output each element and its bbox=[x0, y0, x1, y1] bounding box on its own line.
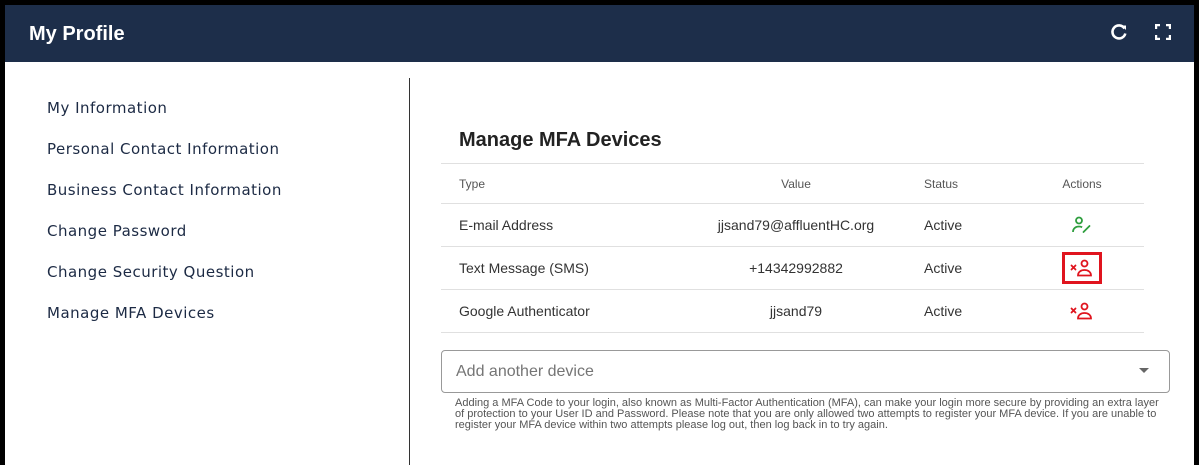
device-status: Active bbox=[912, 289, 1020, 333]
table-header-row: Type Value Status Actions bbox=[441, 163, 1144, 204]
sidebar-divider bbox=[409, 78, 410, 465]
table-row: Google Authenticator jjsand79 Active bbox=[441, 289, 1144, 333]
sidebar-item-change-security-question[interactable]: Change Security Question bbox=[47, 261, 282, 302]
mfa-help-text: Adding a MFA Code to your login, also kn… bbox=[455, 397, 1159, 431]
profile-window: My Profile My Information Personal Conta… bbox=[5, 5, 1194, 465]
device-value: jjsand79 bbox=[680, 289, 912, 333]
device-value: jjsand79@affluentHC.org bbox=[680, 203, 912, 247]
add-device-select[interactable]: Add another device bbox=[441, 350, 1170, 393]
chevron-down-icon bbox=[1139, 368, 1149, 373]
table-row: Text Message (SMS) +14342992882 Active bbox=[441, 246, 1144, 290]
edit-user-icon[interactable] bbox=[1064, 211, 1100, 239]
sidebar-item-personal-contact[interactable]: Personal Contact Information bbox=[47, 138, 282, 179]
table-row: E-mail Address jjsand79@affluentHC.org A… bbox=[441, 203, 1144, 247]
add-device-placeholder: Add another device bbox=[456, 362, 594, 380]
device-status: Active bbox=[912, 203, 1020, 247]
sidebar-item-business-contact[interactable]: Business Contact Information bbox=[47, 179, 282, 220]
device-status: Active bbox=[912, 246, 1020, 290]
section-title: Manage MFA Devices bbox=[459, 129, 662, 151]
device-type: E-mail Address bbox=[441, 203, 680, 247]
sidebar-item-change-password[interactable]: Change Password bbox=[47, 220, 282, 261]
device-value: +14342992882 bbox=[680, 246, 912, 290]
sidebar-nav: My Information Personal Contact Informat… bbox=[47, 97, 282, 343]
device-type: Google Authenticator bbox=[441, 289, 680, 333]
mfa-devices-table: Type Value Status Actions E-mail Address… bbox=[441, 163, 1144, 333]
column-header-value: Value bbox=[680, 163, 912, 204]
column-header-actions: Actions bbox=[1020, 163, 1144, 204]
remove-user-icon[interactable] bbox=[1064, 297, 1100, 325]
header-bar: My Profile bbox=[5, 5, 1194, 62]
remove-user-icon[interactable] bbox=[1062, 252, 1102, 284]
refresh-icon[interactable] bbox=[1108, 21, 1130, 43]
page-header-title: My Profile bbox=[29, 23, 125, 45]
column-header-type: Type bbox=[441, 163, 680, 204]
sidebar-item-manage-mfa[interactable]: Manage MFA Devices bbox=[47, 302, 282, 343]
column-header-status: Status bbox=[912, 163, 1020, 204]
fullscreen-icon[interactable] bbox=[1152, 21, 1174, 43]
sidebar-item-my-information[interactable]: My Information bbox=[47, 97, 282, 138]
device-type: Text Message (SMS) bbox=[441, 246, 680, 290]
